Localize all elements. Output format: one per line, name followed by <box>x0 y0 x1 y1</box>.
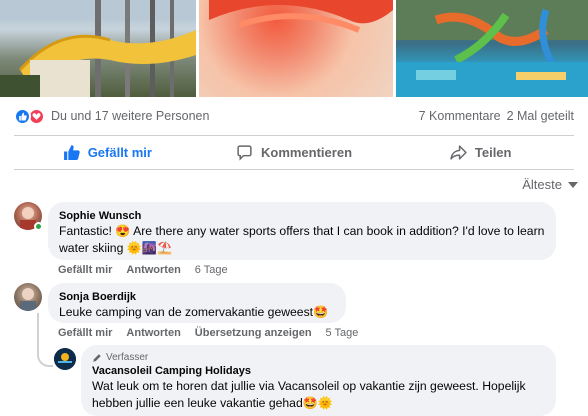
like-icon <box>14 107 31 125</box>
share-button[interactable]: Teilen <box>387 137 574 167</box>
sort-label: Älteste <box>522 177 562 192</box>
comment-meta: Gefällt mir Antworten Übersetzung anzeig… <box>58 327 358 339</box>
thread-connector <box>37 355 53 367</box>
divider <box>14 135 574 136</box>
comment-button-label: Kommentieren <box>260 144 353 160</box>
online-status-dot <box>34 222 43 231</box>
like-button-label: Gefällt mir <box>87 144 152 160</box>
reply-author[interactable]: Vacansoleil Camping Holidays <box>92 364 545 378</box>
comment-like-link[interactable]: Gefällt mir <box>58 327 112 339</box>
reply-text: Wat leuk om te horen dat jullie via Vaca… <box>92 379 526 410</box>
comment-icon <box>237 144 252 161</box>
comment-reply-link[interactable]: Antworten <box>126 327 180 339</box>
share-icon <box>450 144 467 160</box>
comment-author[interactable]: Sonja Boerdijk <box>59 290 335 304</box>
vacansoleil-logo-icon <box>54 348 76 370</box>
avatar-sonja[interactable] <box>14 283 42 311</box>
comment-reply-link[interactable]: Antworten <box>126 264 180 276</box>
post-photo-waterslide[interactable] <box>0 0 196 97</box>
reactions-text[interactable]: Du und 17 weitere Personen <box>51 109 419 123</box>
comment-bubble: Sonja Boerdijk Leuke camping van de zome… <box>48 283 346 323</box>
divider <box>14 169 574 170</box>
comment-like-link[interactable]: Gefällt mir <box>58 264 112 276</box>
thread-line <box>37 313 39 355</box>
translate-link[interactable]: Übersetzung anzeigen <box>195 327 312 339</box>
post-action-bar: Gefällt mir Kommentieren Teilen <box>14 137 574 167</box>
author-badge-label: Verfasser <box>106 352 149 363</box>
comment-time[interactable]: 5 Tage <box>326 327 359 339</box>
post-photo-aquapark[interactable] <box>396 0 588 97</box>
comments-count[interactable]: 7 Kommentare <box>419 109 501 123</box>
post-photo-slide-closeup[interactable] <box>199 0 393 97</box>
thumbs-up-icon <box>63 144 80 160</box>
share-button-label: Teilen <box>474 144 512 160</box>
reaction-icons[interactable] <box>14 107 45 125</box>
comment-bubble: Sophie Wunsch Fantastic! 😍 Are there any… <box>48 202 556 260</box>
reactions-summary: Du und 17 weitere Personen 7 Kommentare … <box>0 97 588 135</box>
reply-bubble: Verfasser Vacansoleil Camping Holidays W… <box>81 345 556 416</box>
shares-count[interactable]: 2 Mal geteilt <box>507 109 574 123</box>
comment-text: Fantastic! 😍 Are there any water sports … <box>59 224 545 255</box>
comment-text: Leuke camping van de zomervakantie gewee… <box>59 305 329 319</box>
like-button[interactable]: Gefällt mir <box>14 137 201 167</box>
pen-icon <box>93 353 101 362</box>
comment-meta: Gefällt mir Antworten 6 Tage <box>58 264 228 276</box>
author-badge: Verfasser <box>92 351 545 364</box>
comment-time[interactable]: 6 Tage <box>195 264 228 276</box>
comment-button[interactable]: Kommentieren <box>201 137 388 167</box>
caret-down-icon <box>568 181 578 188</box>
comment-author[interactable]: Sophie Wunsch <box>59 209 545 223</box>
comment-sort-dropdown[interactable]: Älteste <box>522 177 578 192</box>
avatar-vacansoleil[interactable] <box>54 348 76 370</box>
post-photo-strip <box>0 0 588 97</box>
